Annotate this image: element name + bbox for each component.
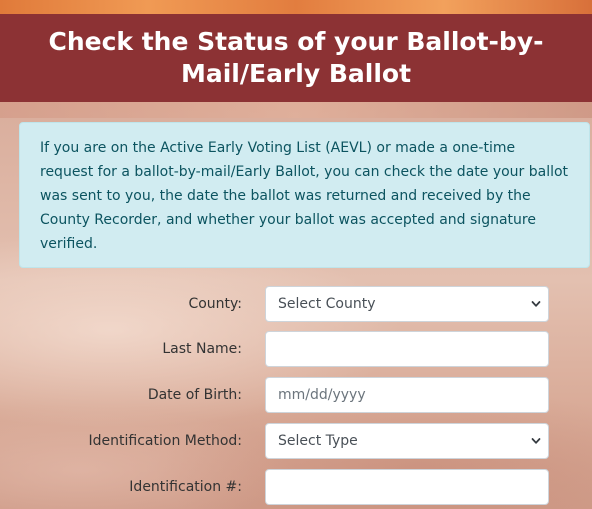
county-label: County: [188,296,242,312]
id-number-label: Identification #: [129,479,242,495]
id-method-row: Identification Method: Select Type [0,423,592,459]
page-header: Check the Status of your Ballot-by-Mail/… [0,14,592,102]
id-method-select[interactable]: Select Type [265,423,549,459]
county-select-value: Select County [278,296,376,312]
decorative-top-strip [0,0,592,14]
last-name-input[interactable] [265,331,549,367]
id-method-select-value: Select Type [278,433,358,449]
page-title: Check the Status of your Ballot-by-Mail/… [48,27,544,88]
last-name-label: Last Name: [162,341,242,357]
county-row: County: Select County [0,286,592,322]
dob-row: Date of Birth: mm/dd/yyyy [0,377,592,413]
info-text: If you are on the Active Early Voting Li… [40,140,569,252]
chevron-down-icon [531,438,541,444]
id-method-label: Identification Method: [88,433,242,449]
decorative-band [0,102,592,118]
info-alert: If you are on the Active Early Voting Li… [19,122,590,268]
chevron-down-icon [531,301,541,307]
last-name-row: Last Name: [0,331,592,367]
id-number-input[interactable] [265,469,549,505]
dob-label: Date of Birth: [147,387,242,403]
dob-input[interactable]: mm/dd/yyyy [265,377,549,413]
id-number-row: Identification #: [0,469,592,505]
dob-placeholder: mm/dd/yyyy [278,387,366,403]
county-select[interactable]: Select County [265,286,549,322]
